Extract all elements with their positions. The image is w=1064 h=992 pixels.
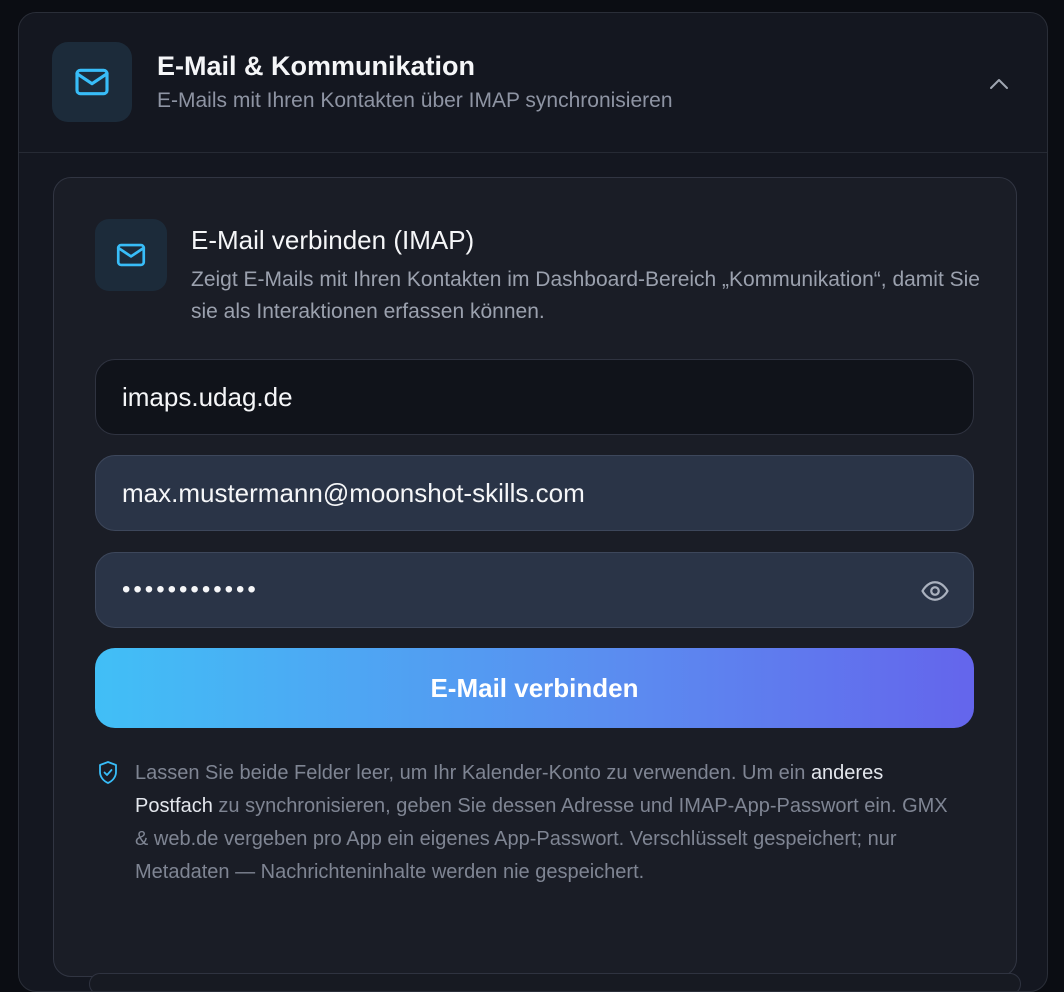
chevron-up-icon[interactable] <box>981 69 1017 99</box>
imap-host-value: imaps.udag.de <box>122 381 293 412</box>
card-title: E-Mail & Kommunikation <box>157 51 476 81</box>
email-value: max.mustermann@moonshot-skills.com <box>122 477 585 508</box>
shield-check-icon <box>96 760 120 786</box>
email-communication-card: E-Mail & Kommunikation E-Mails mit Ihren… <box>18 12 1048 992</box>
password-field[interactable]: •••••••••••• <box>95 552 974 628</box>
card-header[interactable]: E-Mail & Kommunikation E-Mails mit Ihren… <box>19 13 1047 153</box>
email-field[interactable]: max.mustermann@moonshot-skills.com <box>95 455 974 531</box>
connect-email-button[interactable]: E-Mail verbinden <box>95 648 974 728</box>
section-description: Zeigt E-Mails mit Ihren Kontakten im Das… <box>191 268 980 323</box>
imap-host-input[interactable]: imaps.udag.de <box>95 359 974 435</box>
password-value: •••••••••••• <box>122 576 259 603</box>
mail-icon <box>95 219 167 291</box>
note-text-before: Lassen Sie beide Felder leer, um Ihr Kal… <box>135 762 811 784</box>
imap-connect-panel: E-Mail verbinden (IMAP) Zeigt E-Mails mi… <box>53 177 1017 977</box>
note-text-after: zu synchronisieren, geben Sie dessen Adr… <box>135 795 948 883</box>
mail-icon <box>52 42 132 122</box>
card-subtitle: E-Mails mit Ihren Kontakten über IMAP sy… <box>157 89 673 112</box>
privacy-note: Lassen Sie beide Felder leer, um Ihr Kal… <box>135 757 965 889</box>
section-title: E-Mail verbinden (IMAP) <box>191 225 475 255</box>
next-section-card <box>89 973 1021 991</box>
eye-icon[interactable] <box>919 575 951 607</box>
